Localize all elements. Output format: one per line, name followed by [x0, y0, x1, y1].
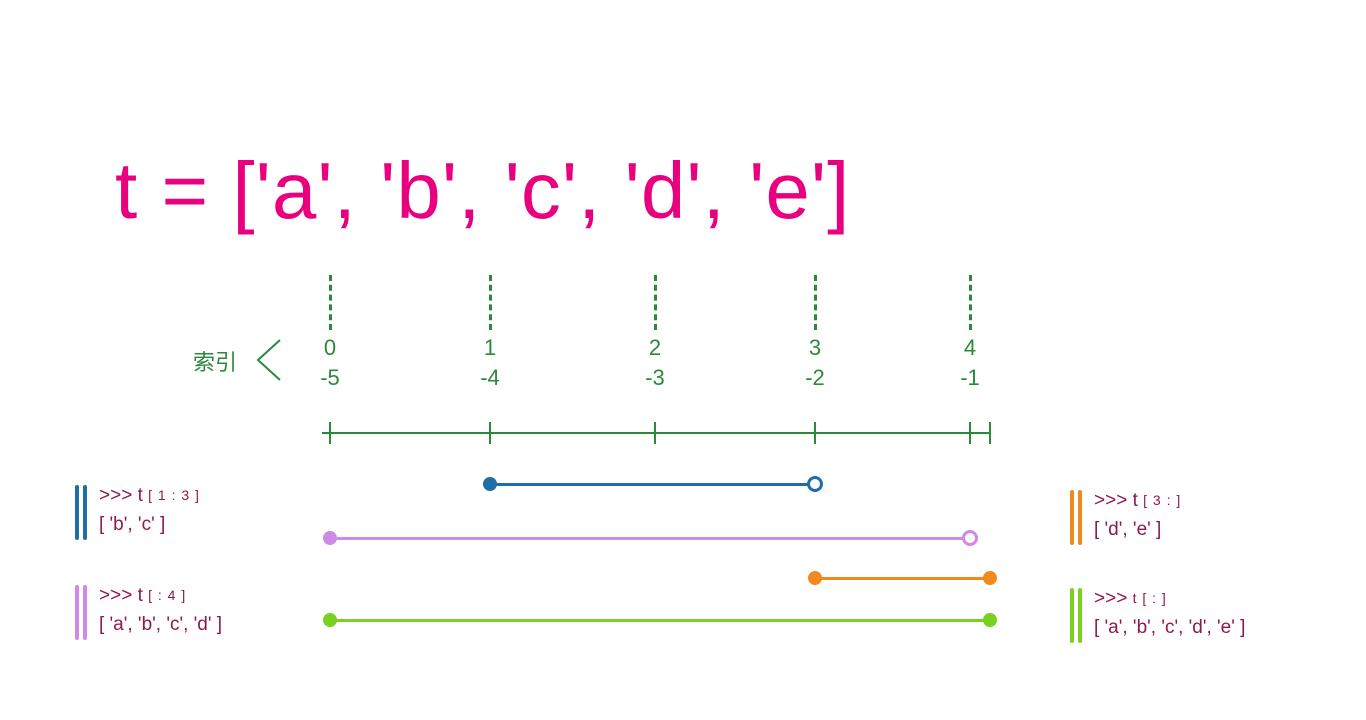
slice-segment [815, 577, 990, 580]
index-positive: 0 [324, 335, 336, 361]
legend-code: >>> t [ 3 : ] [ 'd', 'e' ] [1094, 487, 1181, 544]
legend-bar [83, 585, 87, 640]
number-line-tick [814, 422, 816, 444]
legend-bar [75, 485, 79, 540]
number-line-tick [654, 422, 656, 444]
legend-expr-subscript: [ 3 : ] [1143, 492, 1181, 508]
number-line-tick [489, 422, 491, 444]
index-dash [654, 275, 657, 330]
legend-bar [83, 485, 87, 540]
index-negative: -1 [960, 365, 980, 391]
segment-start-dot [323, 531, 337, 545]
index-label: 索引 [193, 345, 237, 377]
segment-end-dot [962, 530, 978, 546]
segment-start-dot [323, 613, 337, 627]
index-negative: -3 [645, 365, 665, 391]
legend-code: >>> t [ : ] [ 'a', 'b', 'c', 'd', 'e' ] [1094, 585, 1245, 642]
number-line-axis [322, 432, 990, 434]
index-positive: 1 [484, 335, 496, 361]
number-line-tick [969, 422, 971, 444]
legend-expr-prefix: >>> t [1094, 490, 1143, 511]
legend-expr-prefix: >>> t [99, 585, 148, 606]
slice-segment [490, 483, 815, 486]
slice-segment [330, 619, 990, 622]
index-positive: 3 [809, 335, 821, 361]
index-negative: -5 [320, 365, 340, 391]
index-positive: 2 [649, 335, 661, 361]
segment-end-dot [983, 613, 997, 627]
legend-bar [1078, 490, 1082, 545]
number-line-tick [989, 422, 991, 444]
slice-segment [330, 537, 970, 540]
legend-bar [1070, 490, 1074, 545]
legend-code: >>> t [ 1 : 3 ] [ 'b', 'c' ] [99, 482, 200, 539]
legend-expr-prefix: >>> [1094, 588, 1133, 609]
index-dash [329, 275, 332, 330]
legend-bar [75, 585, 79, 640]
segment-end-dot [807, 476, 823, 492]
legend-expr-subscript: t [ : ] [1133, 590, 1167, 606]
index-positive: 4 [964, 335, 976, 361]
segment-end-dot [983, 571, 997, 585]
index-dash [814, 275, 817, 330]
segment-start-dot [808, 571, 822, 585]
legend-expr-subscript: [ 1 : 3 ] [148, 487, 200, 503]
legend-result: [ 'a', 'b', 'c', 'd', 'e' ] [1094, 614, 1245, 643]
segment-start-dot [483, 477, 497, 491]
legend-bar [1078, 588, 1082, 643]
number-line-tick [329, 422, 331, 444]
legend-expr-prefix: >>> t [99, 485, 148, 506]
legend-bar [1070, 588, 1074, 643]
caret-icon [250, 335, 290, 385]
index-negative: -4 [480, 365, 500, 391]
index-negative: -2 [805, 365, 825, 391]
legend-result: [ 'd', 'e' ] [1094, 516, 1181, 545]
list-definition: t = ['a', 'b', 'c', 'd', 'e'] [115, 145, 850, 237]
legend-result: [ 'b', 'c' ] [99, 511, 200, 540]
index-dash [489, 275, 492, 330]
legend-code: >>> t [ : 4 ] [ 'a', 'b', 'c', 'd' ] [99, 582, 222, 639]
legend-result: [ 'a', 'b', 'c', 'd' ] [99, 611, 222, 640]
index-dash [969, 275, 972, 330]
legend-expr-subscript: [ : 4 ] [148, 587, 186, 603]
